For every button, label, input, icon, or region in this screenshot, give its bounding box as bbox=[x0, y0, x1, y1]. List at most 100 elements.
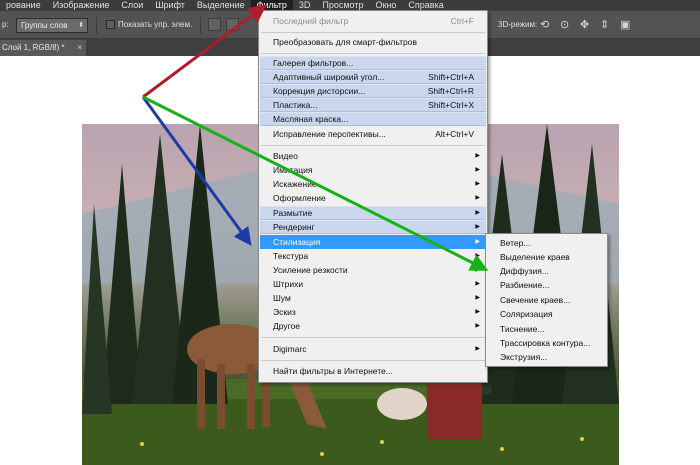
menu-item-distort[interactable]: Искажение ▶ bbox=[260, 177, 486, 191]
menu-item-filter-gallery[interactable]: Галерея фильтров... bbox=[260, 56, 486, 70]
menu-item-label: Размытие bbox=[273, 208, 313, 218]
show-controls-checkbox[interactable] bbox=[106, 20, 115, 29]
submenu-arrow-icon: ▶ bbox=[475, 309, 480, 315]
align-middle-icon[interactable] bbox=[226, 18, 239, 31]
submenu-item-tiles[interactable]: Разбиение... bbox=[487, 278, 606, 292]
menu-item-render[interactable]: Рендеринг ▶ bbox=[260, 220, 486, 234]
menu-divider bbox=[261, 360, 485, 361]
menu-item-label: Преобразовать для смарт-фильтров bbox=[273, 37, 417, 47]
menu-item-label: Текстура bbox=[273, 251, 309, 261]
submenu-arrow-icon: ▶ bbox=[475, 195, 480, 201]
submenu-item-solarize[interactable]: Соляризация bbox=[487, 307, 606, 321]
submenu-arrow-icon: ▶ bbox=[475, 181, 480, 187]
close-icon[interactable]: × bbox=[77, 40, 82, 56]
menu-item-label: Digimarc bbox=[273, 344, 307, 354]
submenu-arrow-icon: ▶ bbox=[475, 167, 480, 173]
submenu-arrow-icon: ▶ bbox=[475, 153, 480, 159]
menu-item-shortcut: Shift+Ctrl+A bbox=[428, 72, 474, 82]
menu-item-label: Последний фильтр bbox=[273, 16, 349, 26]
submenu-arrow-icon: ▶ bbox=[475, 323, 480, 329]
submenu-arrow-icon: ▶ bbox=[475, 253, 480, 259]
submenu-arrow-icon: ▶ bbox=[475, 224, 480, 230]
submenu-arrow-icon: ▶ bbox=[475, 295, 480, 301]
menu-item-label: Стилизация bbox=[273, 237, 321, 247]
menu-type[interactable]: Шрифт bbox=[149, 0, 191, 11]
menu-item-digimarc[interactable]: Digimarc ▶ bbox=[260, 342, 486, 356]
document-tab-label: Слой 1, RGB/8) * bbox=[2, 43, 65, 52]
submenu-arrow-icon: ▶ bbox=[475, 281, 480, 287]
menu-item-label: Рендеринг bbox=[273, 222, 315, 232]
menu-item-label: Другое bbox=[273, 321, 301, 331]
menu-item-convert-smart[interactable]: Преобразовать для смарт-фильтров bbox=[260, 35, 486, 49]
menu-item-oil-paint[interactable]: Масляная краска... bbox=[260, 112, 486, 126]
menu-divider bbox=[261, 53, 485, 54]
submenu-item-glowing-edges[interactable]: Свечение краев... bbox=[487, 293, 606, 307]
auto-select-value: Группы слов bbox=[21, 21, 68, 30]
slide-3d-icon[interactable]: ⇕ bbox=[600, 18, 609, 31]
menu-layers[interactable]: Слои bbox=[115, 0, 149, 11]
menu-divider bbox=[261, 337, 485, 338]
menu-item-last-filter[interactable]: Последний фильтр Ctrl+F bbox=[260, 14, 486, 28]
roll-3d-icon[interactable]: ⊙ bbox=[560, 18, 569, 31]
rotate-3d-icon[interactable]: ⟲ bbox=[540, 18, 549, 31]
scale-3d-icon[interactable]: ▣ bbox=[620, 18, 630, 31]
toolbar-divider bbox=[96, 17, 97, 34]
menu-item-adaptive-wide-angle[interactable]: Адаптивный широкий угол... Shift+Ctrl+A bbox=[260, 70, 486, 84]
submenu-item-wind[interactable]: Ветер... bbox=[487, 236, 606, 250]
submenu-item-extrude[interactable]: Экструзия... bbox=[487, 350, 606, 364]
menu-item-label: Имитация bbox=[273, 165, 313, 175]
menu-select[interactable]: Выделение bbox=[191, 0, 251, 11]
menu-item-label: Найти фильтры в Интернете... bbox=[273, 366, 393, 376]
menu-item-label: Коррекция дисторсии... bbox=[273, 86, 366, 96]
menu-item-artistic[interactable]: Имитация ▶ bbox=[260, 163, 486, 177]
menu-item-blur[interactable]: Размытие ▶ bbox=[260, 206, 486, 220]
menu-item-label: Шум bbox=[273, 293, 291, 303]
submenu-item-diffuse[interactable]: Диффузия... bbox=[487, 264, 606, 278]
menu-item-browse-filters-online[interactable]: Найти фильтры в Интернете... bbox=[260, 364, 486, 378]
menu-item-pixelate[interactable]: Оформление ▶ bbox=[260, 191, 486, 205]
submenu-arrow-icon: ▶ bbox=[475, 346, 480, 352]
menu-item-label: Эскиз bbox=[273, 307, 296, 317]
menu-item-label: Адаптивный широкий угол... bbox=[273, 72, 385, 82]
menu-item-sharpen[interactable]: Усиление резкости ▶ bbox=[260, 263, 486, 277]
toolbar-divider bbox=[200, 17, 201, 34]
menu-item-label: Видео bbox=[273, 151, 298, 161]
menu-item-other[interactable]: Другое ▶ bbox=[260, 319, 486, 333]
menu-item-stylize[interactable]: Стилизация ▶ bbox=[260, 235, 486, 249]
menu-item-brush-strokes[interactable]: Штрихи ▶ bbox=[260, 277, 486, 291]
submenu-item-trace-contour[interactable]: Трассировка контура... bbox=[487, 336, 606, 350]
menu-item-label: Исправление перспективы... bbox=[273, 129, 386, 139]
menu-item-label: Искажение bbox=[273, 179, 317, 189]
submenu-item-find-edges[interactable]: Выделение краев bbox=[487, 250, 606, 264]
submenu-arrow-icon: ▶ bbox=[475, 210, 480, 216]
filter-menu: Последний фильтр Ctrl+F Преобразовать дл… bbox=[258, 10, 488, 383]
menu-item-shortcut: Alt+Ctrl+V bbox=[435, 129, 474, 139]
menu-item-label: Пластика... bbox=[273, 100, 318, 110]
menu-item-noise[interactable]: Шум ▶ bbox=[260, 291, 486, 305]
auto-select-dropdown[interactable]: Группы слов ⬍ bbox=[16, 18, 88, 33]
submenu-arrow-icon: ▶ bbox=[475, 267, 480, 273]
menu-item-shortcut: Ctrl+F bbox=[450, 16, 474, 26]
menu-image-mode[interactable]: рование bbox=[0, 0, 47, 11]
menu-item-texture[interactable]: Текстура ▶ bbox=[260, 249, 486, 263]
menu-item-shortcut: Shift+Ctrl+R bbox=[427, 86, 474, 96]
menu-divider bbox=[261, 145, 485, 146]
menu-item-sketch[interactable]: Эскиз ▶ bbox=[260, 305, 486, 319]
submenu-arrow-icon: ▶ bbox=[475, 239, 480, 245]
align-top-icon[interactable] bbox=[208, 18, 221, 31]
drag-3d-icon[interactable]: ✥ bbox=[580, 18, 589, 31]
menu-item-vanishing-point[interactable]: Исправление перспективы... Alt+Ctrl+V bbox=[260, 127, 486, 141]
menu-item-lens-correction[interactable]: Коррекция дисторсии... Shift+Ctrl+R bbox=[260, 84, 486, 98]
menu-image[interactable]: Изображение bbox=[47, 0, 116, 11]
menu-item-label: Галерея фильтров... bbox=[273, 58, 354, 68]
menu-item-label: Штрихи bbox=[273, 279, 304, 289]
document-tab[interactable]: Слой 1, RGB/8) * × bbox=[0, 40, 86, 56]
submenu-item-emboss[interactable]: Тиснение... bbox=[487, 322, 606, 336]
menu-divider bbox=[261, 32, 485, 33]
menu-item-label: Масляная краска... bbox=[273, 114, 349, 124]
options-prefix-label: р: bbox=[2, 20, 9, 29]
menu-item-video[interactable]: Видео ▶ bbox=[260, 149, 486, 163]
menu-item-shortcut: Shift+Ctrl+X bbox=[428, 100, 474, 110]
chevron-updown-icon: ⬍ bbox=[78, 22, 84, 29]
menu-item-liquify[interactable]: Пластика... Shift+Ctrl+X bbox=[260, 98, 486, 112]
